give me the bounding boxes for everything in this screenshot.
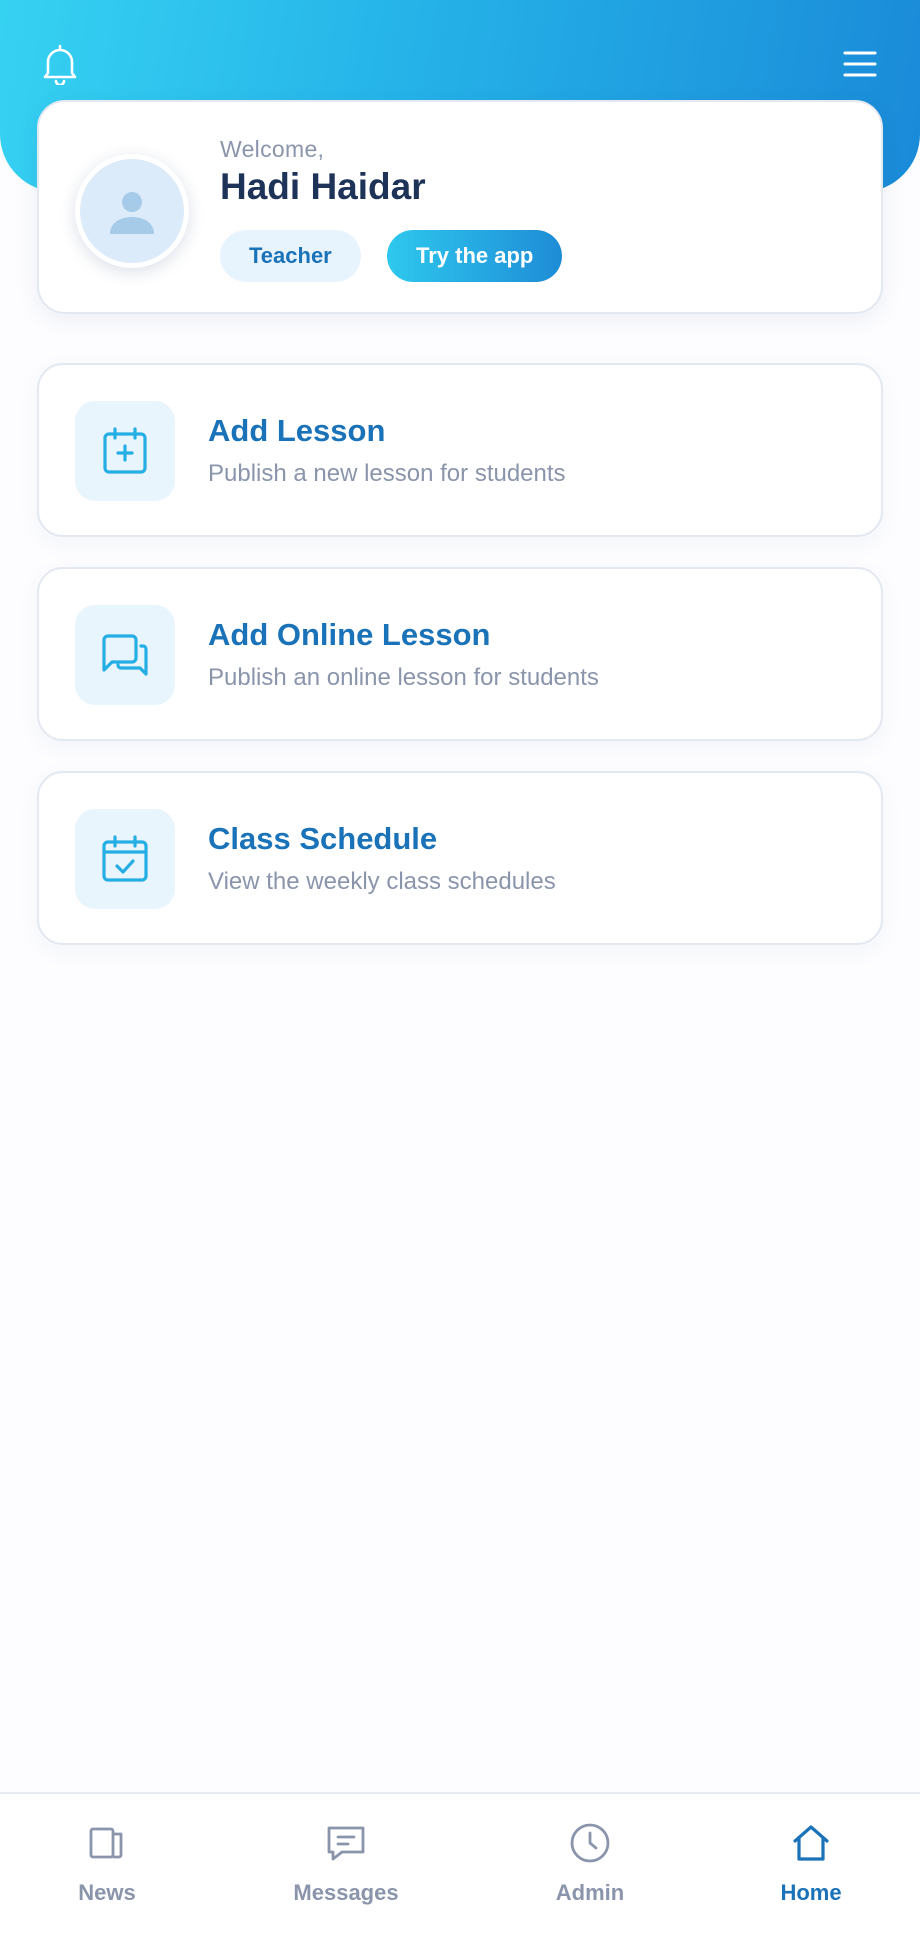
- nav-item-admin[interactable]: Admin: [510, 1794, 670, 1940]
- add-lesson-title: Add Lesson: [208, 413, 386, 448]
- news-icon: [89, 1827, 123, 1859]
- hamburger-menu-icon: [843, 51, 877, 77]
- clock-icon: [570, 1823, 610, 1863]
- user-name: Hadi Haidar: [220, 166, 426, 207]
- role-badge: Teacher: [220, 230, 361, 282]
- welcome-greeting: Welcome,: [220, 136, 325, 162]
- nav-item-messages[interactable]: Messages: [266, 1794, 426, 1940]
- menu-button[interactable]: [838, 44, 882, 84]
- try-the-app-button[interactable]: Try the app: [387, 230, 563, 282]
- add-lesson-icon-tile: [75, 401, 175, 501]
- notifications-button[interactable]: [38, 42, 82, 86]
- message-icon: [327, 1826, 365, 1861]
- bottom-navigation: News Messages Admin Home: [0, 1792, 920, 1940]
- calendar-plus-icon: [103, 427, 147, 474]
- avatar[interactable]: [75, 154, 189, 268]
- add-online-lesson-description: Publish an online lesson for students: [208, 664, 599, 691]
- add-lesson-card[interactable]: Add Lesson Publish a new lesson for stud…: [37, 363, 883, 537]
- class-schedule-icon-tile: [75, 809, 175, 909]
- chat-bubbles-icon: [102, 634, 148, 676]
- add-online-lesson-title: Add Online Lesson: [208, 617, 491, 652]
- bell-icon: [43, 44, 77, 85]
- class-schedule-title: Class Schedule: [208, 821, 438, 856]
- add-lesson-description: Publish a new lesson for students: [208, 460, 566, 487]
- welcome-card: Welcome, Hadi Haidar Teacher Try the app: [37, 100, 883, 314]
- nav-label-admin: Admin: [555, 1880, 625, 1905]
- nav-item-news[interactable]: News: [27, 1794, 187, 1940]
- teacher-home-screen: Welcome, Hadi Haidar Teacher Try the app…: [0, 0, 920, 1940]
- user-avatar-icon: [110, 192, 154, 234]
- nav-label-home: Home: [780, 1880, 842, 1905]
- home-icon: [793, 1825, 829, 1861]
- add-online-lesson-icon-tile: [75, 605, 175, 705]
- nav-label-news: News: [78, 1880, 136, 1905]
- class-schedule-card[interactable]: Class Schedule View the weekly class sch…: [37, 771, 883, 945]
- calendar-check-icon: [102, 835, 148, 882]
- nav-label-messages: Messages: [293, 1880, 399, 1905]
- nav-item-home[interactable]: Home: [731, 1794, 891, 1940]
- class-schedule-description: View the weekly class schedules: [208, 868, 556, 895]
- add-online-lesson-card[interactable]: Add Online Lesson Publish an online less…: [37, 567, 883, 741]
